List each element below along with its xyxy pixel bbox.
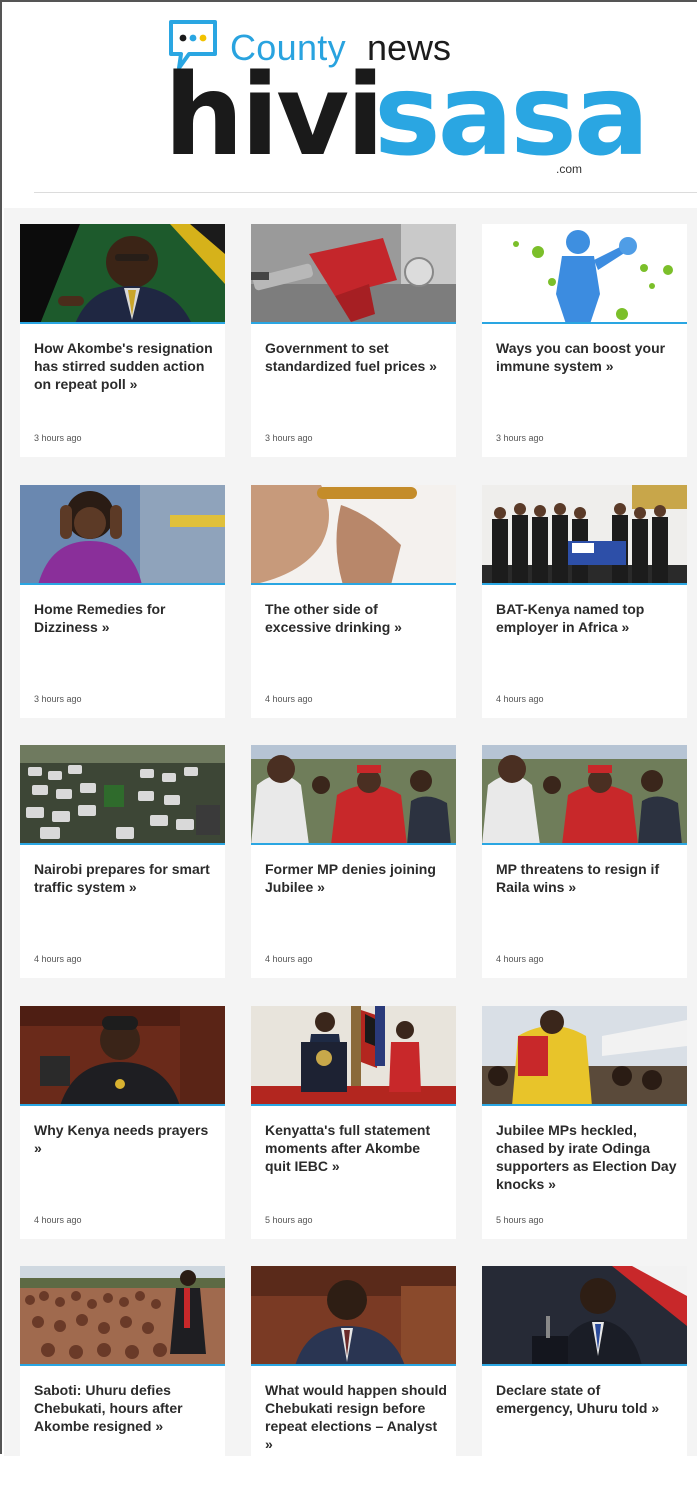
fuel-nozzle-photo: [251, 224, 456, 322]
article-thumbnail[interactable]: [20, 1006, 225, 1106]
brand-name-hivi[interactable]: hivi: [164, 56, 385, 176]
article-title[interactable]: Government to set standardized fuel pric…: [265, 339, 447, 375]
header-divider: [34, 192, 697, 193]
article-thumbnail[interactable]: [482, 745, 687, 845]
article-title[interactable]: Home Remedies for Dizziness »: [34, 600, 216, 636]
article-title[interactable]: Jubilee MPs heckled, chased by irate Odi…: [496, 1121, 678, 1193]
article-card[interactable]: What would happen should Chebukati resig…: [251, 1266, 456, 1499]
article-card[interactable]: Declare state of emergency, Uhuru told »: [482, 1266, 687, 1499]
article-card[interactable]: Government to set standardized fuel pric…: [251, 224, 456, 457]
article-thumbnail[interactable]: [251, 745, 456, 845]
article-timestamp: 3 hours ago: [265, 433, 313, 443]
brand-name-sasa[interactable]: sasa: [374, 56, 649, 176]
article-card[interactable]: BAT-Kenya named top employer in Africa »…: [482, 485, 687, 718]
article-thumbnail[interactable]: [251, 1266, 456, 1366]
woman-headache-photo: [20, 485, 225, 583]
article-title[interactable]: How Akombe's resignation has stirred sud…: [34, 339, 216, 393]
article-timestamp: 4 hours ago: [496, 954, 544, 964]
article-thumbnail[interactable]: [251, 485, 456, 585]
man-speaking-photo: [20, 224, 225, 322]
article-title[interactable]: Why Kenya needs prayers »: [34, 1121, 216, 1157]
article-card[interactable]: Home Remedies for Dizziness » 3 hours ag…: [20, 485, 225, 718]
article-card[interactable]: Ways you can boost your immune system » …: [482, 224, 687, 457]
article-timestamp: 4 hours ago: [265, 954, 313, 964]
article-thumbnail[interactable]: [482, 224, 687, 324]
article-card[interactable]: How Akombe's resignation has stirred sud…: [20, 224, 225, 457]
article-timestamp: 5 hours ago: [496, 1215, 544, 1225]
article-title[interactable]: Former MP denies joining Jubilee »: [265, 860, 447, 896]
man-in-office-photo: [251, 1266, 456, 1364]
immune-figure-photo: [482, 224, 687, 322]
man-drinking-photo: [251, 485, 456, 583]
site-header: County news hivi sasa .com: [4, 4, 697, 204]
article-title[interactable]: The other side of excessive drinking »: [265, 600, 447, 636]
article-card[interactable]: Kenyatta's full statement moments after …: [251, 1006, 456, 1239]
article-timestamp: 4 hours ago: [496, 694, 544, 704]
article-thumbnail[interactable]: [482, 485, 687, 585]
article-title[interactable]: Kenyatta's full statement moments after …: [265, 1121, 447, 1175]
article-title[interactable]: What would happen should Chebukati resig…: [265, 1381, 447, 1453]
article-thumbnail[interactable]: [20, 485, 225, 585]
article-grid: How Akombe's resignation has stirred sud…: [4, 208, 697, 1499]
article-title[interactable]: BAT-Kenya named top employer in Africa »: [496, 600, 678, 636]
crowd-rally-photo: [20, 1266, 225, 1364]
crowd-red-shirts-photo: [251, 745, 456, 843]
article-thumbnail[interactable]: [482, 1266, 687, 1366]
article-thumbnail[interactable]: [20, 224, 225, 324]
article-timestamp: 3 hours ago: [34, 433, 82, 443]
article-timestamp: 4 hours ago: [34, 1215, 82, 1225]
article-card[interactable]: MP threatens to resign if Raila wins » 4…: [482, 745, 687, 978]
article-card[interactable]: Nairobi prepares for smart traffic syste…: [20, 745, 225, 978]
article-card[interactable]: Saboti: Uhuru defies Chebukati, hours af…: [20, 1266, 225, 1499]
crowd-red-shirts-photo: [482, 745, 687, 843]
article-card[interactable]: Former MP denies joining Jubilee » 4 hou…: [251, 745, 456, 978]
article-timestamp: 5 hours ago: [265, 1215, 313, 1225]
article-timestamp: 4 hours ago: [34, 954, 82, 964]
article-title[interactable]: Declare state of emergency, Uhuru told »: [496, 1381, 678, 1417]
award-group-photo: [482, 485, 687, 583]
article-title[interactable]: MP threatens to resign if Raila wins »: [496, 860, 678, 896]
article-title[interactable]: Saboti: Uhuru defies Chebukati, hours af…: [34, 1381, 216, 1435]
brand-domain: .com: [556, 162, 583, 176]
article-thumbnail[interactable]: [251, 1006, 456, 1106]
article-thumbnail[interactable]: [251, 224, 456, 324]
traffic-jam-photo: [20, 745, 225, 843]
rally-yellow-photo: [482, 1006, 687, 1104]
article-card[interactable]: The other side of excessive drinking » 4…: [251, 485, 456, 718]
president-podium-photo: [482, 1266, 687, 1364]
article-timestamp: 4 hours ago: [265, 694, 313, 704]
article-timestamp: 3 hours ago: [34, 694, 82, 704]
article-title[interactable]: Nairobi prepares for smart traffic syste…: [34, 860, 216, 896]
article-card[interactable]: Jubilee MPs heckled, chased by irate Odi…: [482, 1006, 687, 1239]
article-thumbnail[interactable]: [20, 745, 225, 845]
article-thumbnail[interactable]: [482, 1006, 687, 1106]
article-thumbnail[interactable]: [20, 1266, 225, 1366]
article-title[interactable]: Ways you can boost your immune system »: [496, 339, 678, 375]
page-frame: County news hivi sasa .com How Akombe's …: [0, 0, 697, 1499]
woman-parliament-photo: [20, 1006, 225, 1104]
podium-statement-photo: [251, 1006, 456, 1104]
article-card[interactable]: Why Kenya needs prayers » 4 hours ago: [20, 1006, 225, 1239]
article-timestamp: 3 hours ago: [496, 433, 544, 443]
